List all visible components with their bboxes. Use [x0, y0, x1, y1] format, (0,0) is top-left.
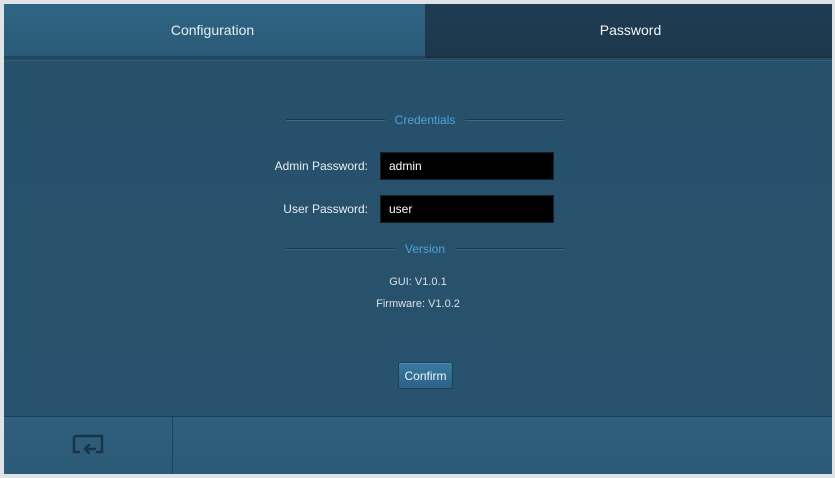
return-button[interactable] — [4, 417, 173, 474]
divider — [286, 119, 385, 121]
gui-version: GUI: V1.0.1 — [389, 276, 447, 288]
admin-password-label: Admin Password: — [274, 159, 368, 173]
user-password-input[interactable] — [380, 195, 554, 223]
divider — [465, 119, 565, 121]
admin-password-input[interactable] — [380, 152, 554, 180]
user-password-label: User Password: — [283, 202, 368, 216]
confirm-button[interactable]: Confirm — [398, 362, 453, 389]
app-window: Configuration Password Credentials Admin… — [4, 4, 832, 474]
tab-password-label: Password — [599, 22, 662, 38]
tab-configuration[interactable]: Configuration — [4, 4, 425, 58]
user-password-row: User Password: — [246, 195, 554, 223]
bottom-bar — [4, 416, 832, 474]
return-icon — [70, 433, 106, 459]
divider — [455, 248, 564, 250]
version-title: Version — [404, 242, 446, 256]
divider — [286, 248, 395, 250]
tab-bar: Configuration Password — [4, 4, 832, 58]
admin-password-row: Admin Password: — [246, 152, 554, 180]
tab-configuration-label: Configuration — [170, 22, 255, 38]
password-panel: Credentials Admin Password: User Passwor… — [4, 60, 832, 417]
credentials-title: Credentials — [394, 113, 456, 127]
credentials-header: Credentials — [286, 111, 565, 129]
version-header: Version — [286, 240, 564, 258]
tab-password[interactable]: Password — [425, 4, 832, 58]
firmware-version: Firmware: V1.0.2 — [376, 298, 460, 310]
